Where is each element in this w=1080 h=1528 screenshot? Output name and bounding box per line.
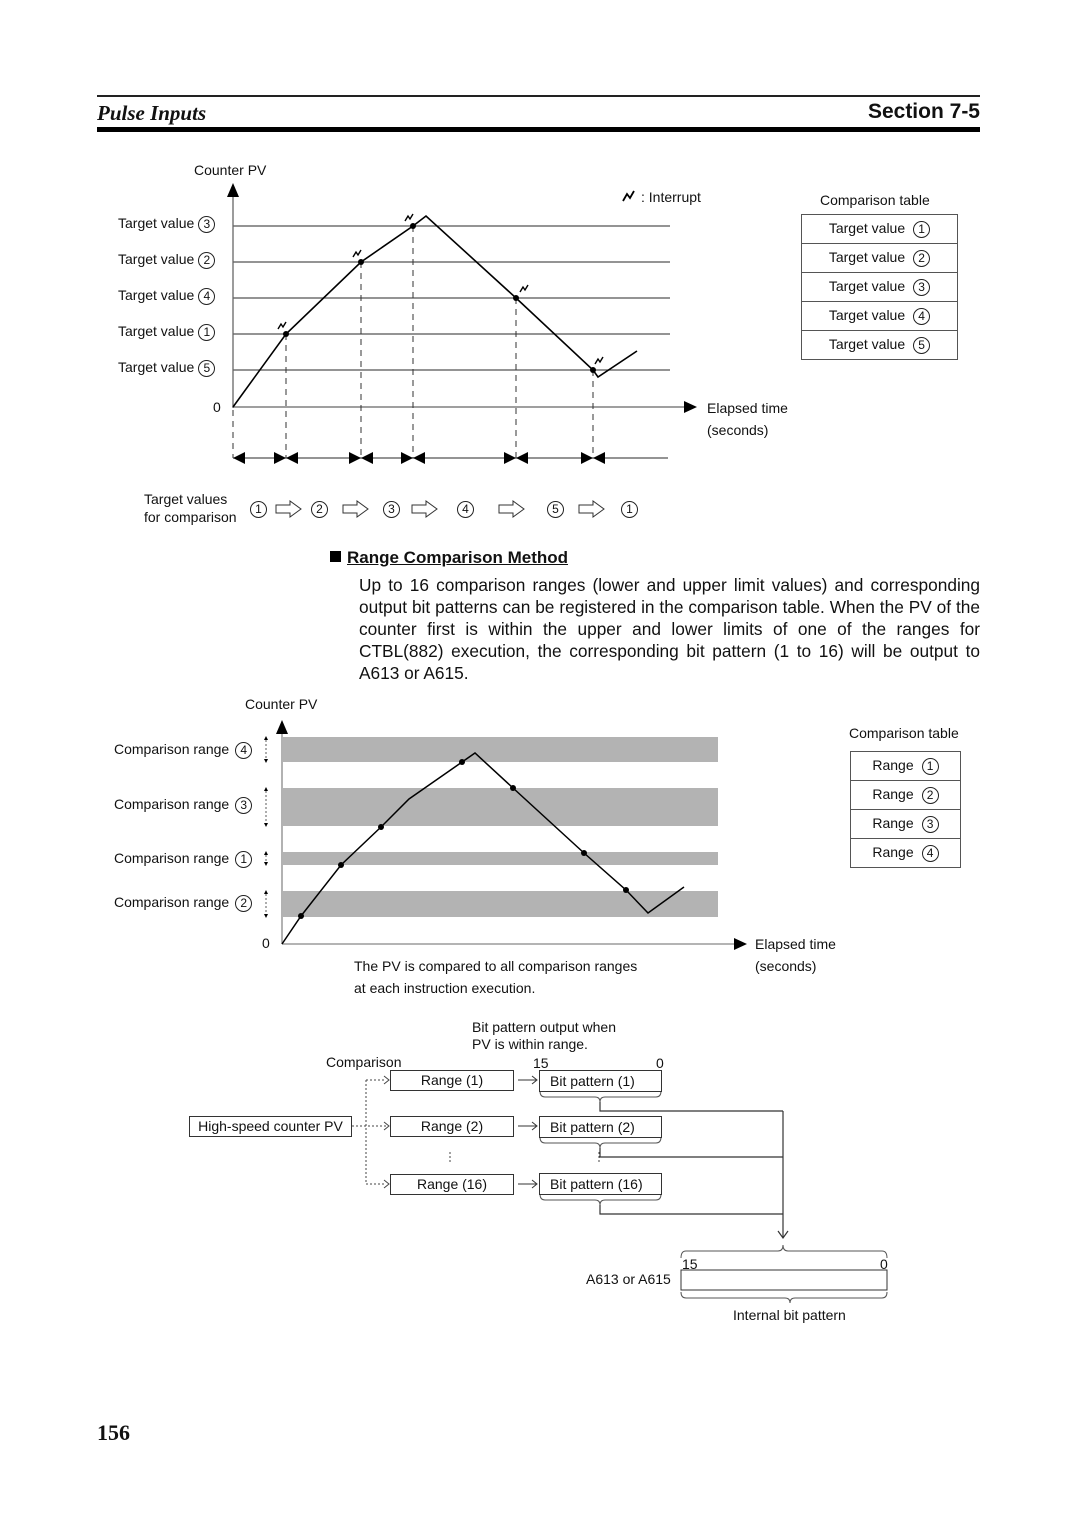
fig3-dotted-arrowheads xyxy=(383,1075,390,1189)
fig3-bit15-label: 15 xyxy=(533,1055,549,1071)
table-row: Range 1 xyxy=(850,751,961,781)
fig3-source-box: High-speed counter PV xyxy=(189,1116,352,1137)
fig3-range-box-1: Range (1) xyxy=(390,1070,514,1091)
fig3-pattern-box-1: Bit pattern (1) xyxy=(539,1070,662,1092)
fig2-comparison-table: Range 1 Range 2 Range 3 Range 4 xyxy=(850,751,961,868)
range-band-3 xyxy=(283,788,718,826)
fig1-zero-label: 0 xyxy=(213,399,221,415)
interrupt-icon xyxy=(277,321,287,330)
fig1-target-lines xyxy=(233,225,670,371)
table-row: Target value 2 xyxy=(801,243,958,273)
fig1-sequence-label-1: Target values xyxy=(144,491,228,507)
fig1-x-axis-arrow xyxy=(684,401,697,413)
table-row: Range 3 xyxy=(850,809,961,839)
fig2-x-axis-arrow xyxy=(734,938,747,950)
legend-interrupt-icon xyxy=(622,190,635,202)
heading-bullet-icon xyxy=(330,551,341,562)
fig3-dest-register xyxy=(680,1269,888,1291)
section-paragraph: Up to 16 comparison ranges (lower and up… xyxy=(359,575,980,683)
page-number: 156 xyxy=(97,1420,130,1445)
fig3-range-box-2: Range (2) xyxy=(390,1116,514,1137)
fig3-pattern-box-2: Bit pattern (2) xyxy=(539,1116,662,1138)
fig1-dashed-markers xyxy=(232,226,594,458)
table-row: Range 2 xyxy=(850,780,961,810)
fig2-caption-2: at each instruction execution. xyxy=(354,980,536,996)
fig1-table-title: Comparison table xyxy=(820,192,930,208)
fig1-label-target-5: Target value 5 xyxy=(118,359,216,377)
fig2-label-range-3: Comparison range 3 xyxy=(114,796,253,814)
fig1-legend-label: : Interrupt xyxy=(641,189,701,205)
fig1-sequence-label-2: for comparison xyxy=(144,509,237,525)
fig2-zero-label: 0 xyxy=(262,935,270,951)
interrupt-icon xyxy=(594,356,604,365)
fig3-solid-arrows xyxy=(518,1075,538,1189)
range-band-2 xyxy=(283,891,718,917)
fig1-label-target-2: Target value 2 xyxy=(118,251,216,269)
fig2-label-range-4: Comparison range 4 xyxy=(114,741,253,759)
table-row: Target value 5 xyxy=(801,330,958,360)
table-row: Target value 4 xyxy=(801,301,958,331)
fig1-x-axis-label-1: Elapsed time xyxy=(707,400,788,416)
fig3-bit0-label: 0 xyxy=(656,1055,664,1071)
sequence-step: 5 xyxy=(547,501,564,518)
fig1-comparison-table: Target value 1 Target value 2 Target value… xyxy=(801,214,958,360)
fig1-label-target-1: Target value 1 xyxy=(118,323,216,341)
interrupt-icon xyxy=(352,249,362,258)
fig2-label-range-1: Comparison range 1 xyxy=(114,850,253,868)
sequence-step: 4 xyxy=(457,501,474,518)
table-row: Target value 1 xyxy=(801,214,958,244)
sequence-step: 2 xyxy=(311,501,328,518)
fig3-dest-caption: Internal bit pattern xyxy=(733,1307,846,1323)
table-row: Range 4 xyxy=(850,838,961,868)
fig1-label-target-4: Target value 4 xyxy=(118,287,216,305)
fig1-label-target-3: Target value 3 xyxy=(118,215,216,233)
fig3-note-1: Bit pattern output when xyxy=(472,1019,616,1035)
fig1-pv-trace xyxy=(232,214,638,408)
fig3-pattern-box-16: Bit pattern (16) xyxy=(539,1173,662,1195)
fig3-dest-bit0: 0 xyxy=(880,1256,888,1272)
fig3-dest-label: A613 or A615 xyxy=(586,1271,671,1287)
fig3-range-box-16: Range (16) xyxy=(390,1174,514,1195)
sequence-step: 1 xyxy=(621,501,638,518)
interrupt-icon xyxy=(519,284,529,293)
sequence-step: 3 xyxy=(383,501,400,518)
range-band-4 xyxy=(283,737,718,762)
fig3-note-2: PV is within range. xyxy=(472,1036,588,1052)
fig3-comparison-label: Comparison xyxy=(326,1054,402,1070)
fig1-x-axis-label-2: (seconds) xyxy=(707,422,769,438)
fig1-interrupt-icons xyxy=(277,190,635,365)
fig2-table-title: Comparison table xyxy=(849,725,959,741)
fig3-dest-bit15: 15 xyxy=(682,1256,698,1272)
fig2-y-axis-arrow xyxy=(276,720,288,734)
fig2-caption-1: The PV is compared to all comparison ran… xyxy=(354,958,638,974)
fig2-x-axis-label-1: Elapsed time xyxy=(755,936,836,952)
fig2-label-range-2: Comparison range 2 xyxy=(114,894,253,912)
fig2-range-marker-heads xyxy=(264,736,268,918)
section-heading: Range Comparison Method xyxy=(330,548,568,568)
fig2-range-bands xyxy=(283,737,718,917)
fig2-x-axis-label-2: (seconds) xyxy=(755,958,817,974)
table-row: Target value 3 xyxy=(801,272,958,302)
interrupt-icon xyxy=(404,213,414,222)
sequence-step: 1 xyxy=(250,501,267,518)
fig1-y-axis-arrow xyxy=(227,183,239,197)
